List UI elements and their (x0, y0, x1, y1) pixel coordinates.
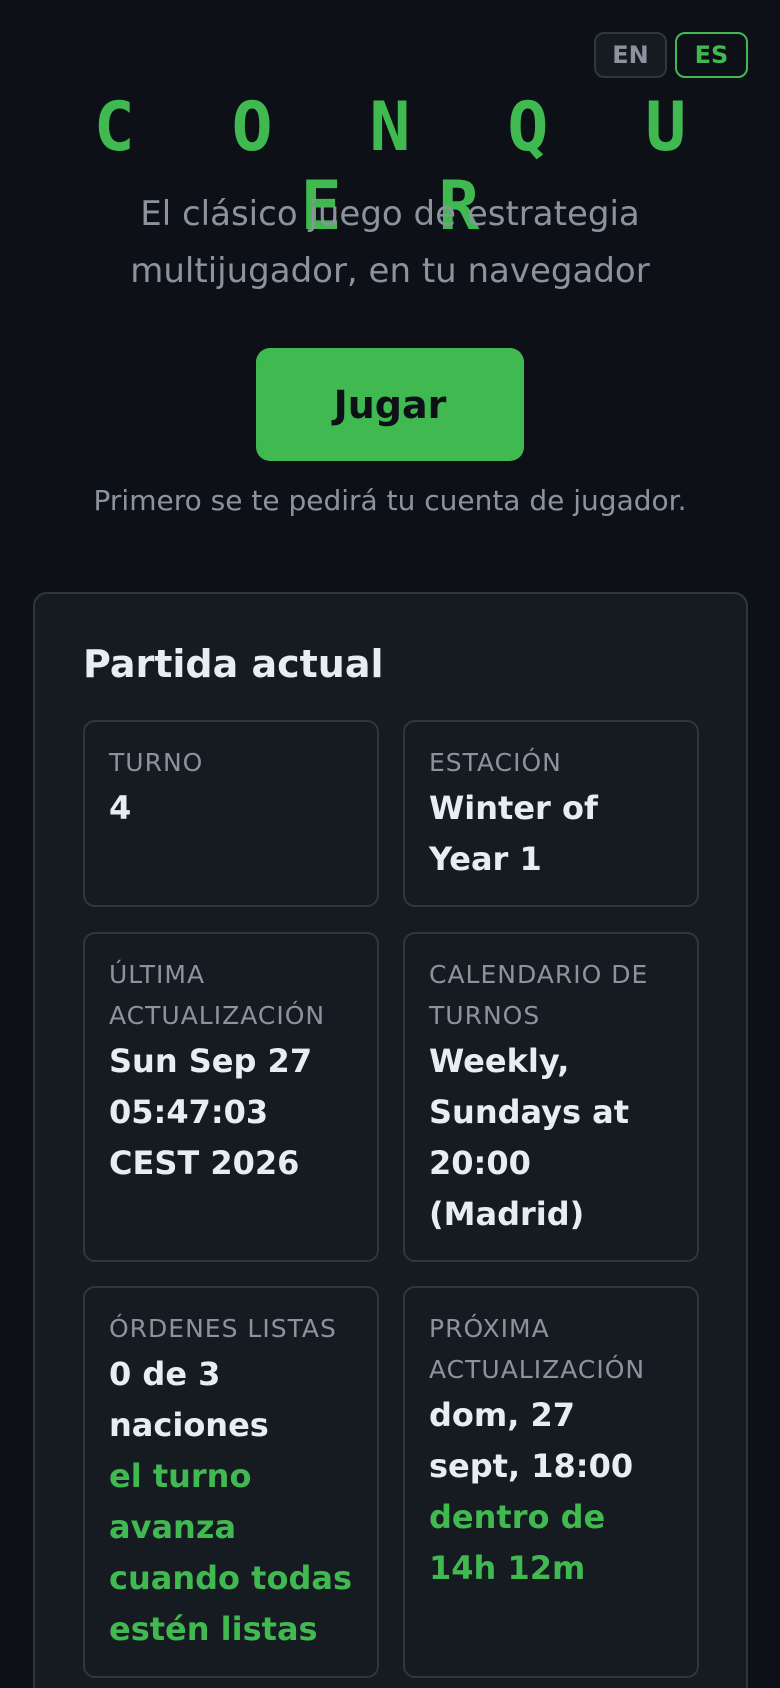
next-update-stat: PRÓXIMA ACTUALIZACIÓN dom, 27 sept, 18:0… (403, 1286, 699, 1678)
language-en-button[interactable]: EN (594, 32, 667, 78)
next-update-note: dentro de 14h 12m (429, 1498, 606, 1587)
schedule-stat: CALENDARIO DE TURNOS Weekly, Sundays at … (403, 932, 699, 1262)
current-game-title: Partida actual (83, 642, 384, 686)
login-hint: Primero se te pedirá tu cuenta de jugado… (93, 484, 687, 517)
schedule-value: Weekly, Sundays at 20:00 (Madrid) (429, 1042, 630, 1233)
orders-ready-value: 0 de 3 naciones (109, 1355, 269, 1444)
season-value: Winter of Year 1 (429, 789, 598, 878)
orders-ready-note: el turno avanza cuando todas estén lista… (109, 1457, 352, 1648)
play-button[interactable]: Jugar (256, 348, 524, 461)
last-update-stat: ÚLTIMA ACTUALIZACIÓN Sun Sep 27 05:47:03… (83, 932, 379, 1262)
language-es-button[interactable]: ES (675, 32, 748, 78)
season-label: ESTACIÓN (429, 748, 562, 777)
orders-ready-label: ÓRDENES LISTAS (109, 1314, 337, 1343)
landing-page: EN ES C O N Q U E R El clásico juego de … (0, 0, 780, 1688)
last-update-label: ÚLTIMA ACTUALIZACIÓN (109, 960, 326, 1030)
next-update-value: dom, 27 sept, 18:00 (429, 1396, 634, 1485)
schedule-label: CALENDARIO DE TURNOS (429, 960, 649, 1030)
turn-value: 4 (109, 789, 132, 827)
turn-stat: TURNO 4 (83, 720, 379, 907)
season-stat: ESTACIÓN Winter of Year 1 (403, 720, 699, 907)
turn-label: TURNO (109, 748, 204, 777)
current-game-card: Partida actual TURNO 4 ESTACIÓN Winter o… (33, 592, 748, 1688)
orders-ready-stat: ÓRDENES LISTAS 0 de 3 naciones el turno … (83, 1286, 379, 1678)
next-update-label: PRÓXIMA ACTUALIZACIÓN (429, 1314, 646, 1384)
last-update-value: Sun Sep 27 05:47:03 CEST 2026 (109, 1042, 313, 1182)
language-switch: EN ES (594, 32, 748, 78)
tagline: El clásico juego de estrategia multijuga… (130, 194, 650, 291)
